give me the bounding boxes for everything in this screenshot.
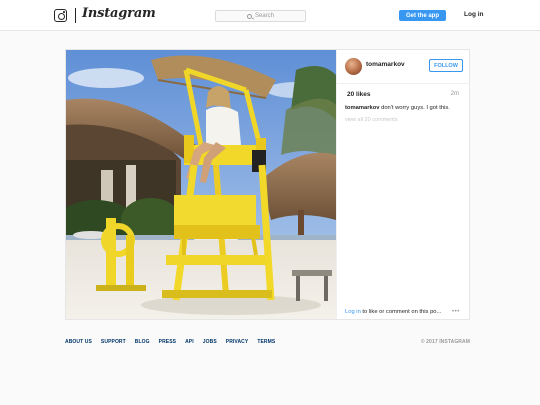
footer-link-blog[interactable]: BLOG [135,339,150,345]
footer-link-about[interactable]: ABOUT US [65,339,92,345]
post-caption: tomamarkov don't worry guys. I got this. [345,104,465,112]
post-photo[interactable] [66,50,336,319]
likes-count[interactable]: 20 likes [347,91,371,98]
top-nav-bar: Instagram Search Get the app Log in [0,0,540,31]
footer-link-api[interactable]: API [185,339,194,345]
post-username[interactable]: tomamarkov [366,61,405,68]
post-card: tomamarkov FOLLOW 20 likes 2m tomamarkov… [65,49,470,320]
post-header: tomamarkov FOLLOW [337,50,470,84]
avatar[interactable] [345,58,362,75]
footer-link-terms[interactable]: TERMS [257,339,275,345]
caption-text: don't worry guys. I got this. [379,105,450,111]
footer-link-jobs[interactable]: JOBS [203,339,217,345]
post-sidebar: tomamarkov FOLLOW 20 likes 2m tomamarkov… [336,50,470,319]
view-all-comments-link[interactable]: view all 20 comments [345,117,398,123]
get-the-app-button[interactable]: Get the app [399,10,446,21]
footer-link-privacy[interactable]: PRIVACY [226,339,249,345]
search-icon [246,13,252,19]
caption-username[interactable]: tomamarkov [345,105,379,111]
lifeguard-chair-photo [66,50,336,319]
post-time[interactable]: 2m [451,91,459,97]
search-input[interactable]: Search [215,10,306,22]
footer-links: ABOUT US SUPPORT BLOG PRESS API JOBS PRI… [65,339,284,345]
footer-link-press[interactable]: PRESS [159,339,176,345]
footer: ABOUT US SUPPORT BLOG PRESS API JOBS PRI… [65,339,470,349]
more-options-icon[interactable]: ••• [452,309,460,315]
login-to-comment: Log in to like or comment on this po... [345,309,441,315]
search-placeholder: Search [254,13,274,19]
login-to-comment-link[interactable]: Log in [345,309,361,315]
instagram-wordmark[interactable]: Instagram [82,6,156,21]
copyright: © 2017 INSTAGRAM [420,339,470,345]
footer-link-support[interactable]: SUPPORT [101,339,126,345]
instagram-camera-icon[interactable] [54,9,67,22]
logo-divider [75,8,76,23]
follow-button[interactable]: FOLLOW [429,59,463,72]
login-to-comment-text: to like or comment on this po... [360,309,442,315]
post-actions: Log in to like or comment on this po... … [337,305,470,319]
login-link[interactable]: Log in [464,11,484,18]
